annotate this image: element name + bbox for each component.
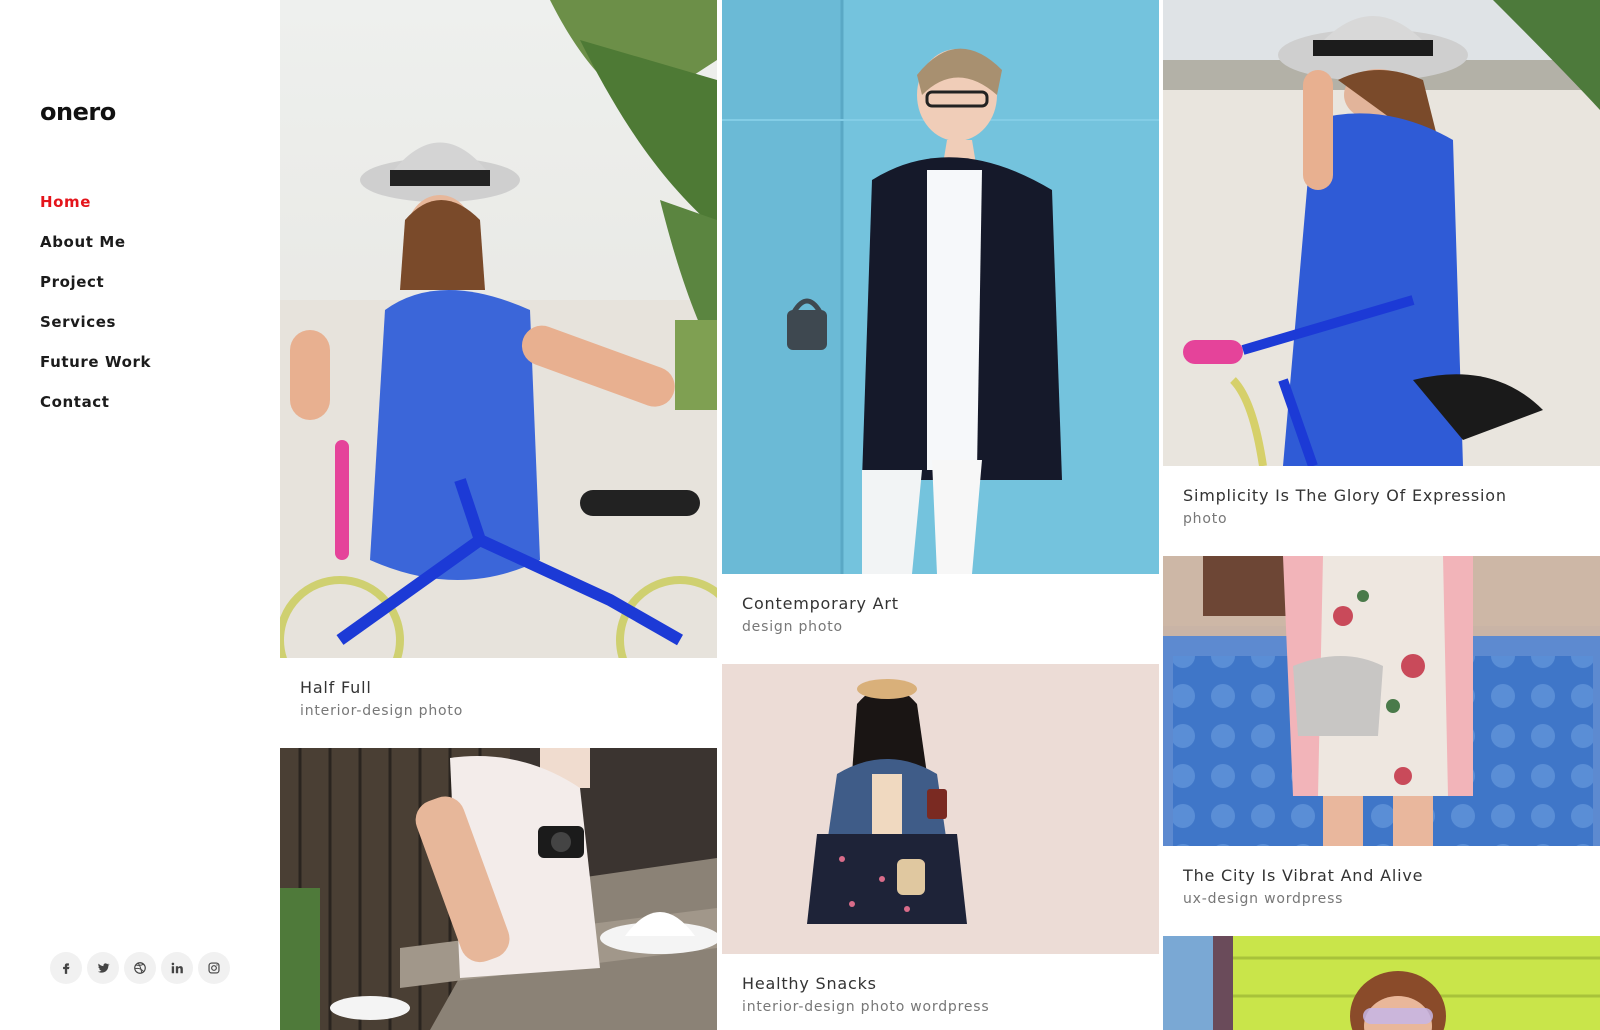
portfolio-title: Contemporary Art (742, 594, 899, 613)
portfolio-item-half-full[interactable]: Half Full interior-design photo (280, 0, 717, 746)
portfolio-caption: Healthy Snacks interior-design photo wor… (722, 954, 1159, 1030)
twitter-icon (97, 963, 110, 973)
facebook-link[interactable] (50, 952, 82, 984)
nav-item-about-me[interactable]: About Me (40, 230, 151, 270)
portfolio-categories: design photo (742, 619, 843, 635)
portfolio-item-yellow-wall[interactable] (1163, 936, 1600, 1030)
facebook-icon (63, 963, 70, 974)
portfolio-image (280, 0, 717, 658)
portfolio-caption: Simplicity Is The Glory Of Expression ph… (1163, 466, 1600, 554)
portfolio-image (280, 748, 717, 1030)
nav-item-home[interactable]: Home (40, 190, 151, 230)
portfolio-title: Healthy Snacks (742, 974, 877, 993)
portfolio-item-contemporary-art[interactable]: Contemporary Art design photo (722, 0, 1159, 662)
portfolio-title: The City Is Vibrat And Alive (1183, 866, 1424, 885)
instagram-icon (208, 962, 220, 974)
portfolio-categories: interior-design photo (300, 703, 464, 719)
portfolio-image (1163, 0, 1600, 466)
twitter-link[interactable] (87, 952, 119, 984)
dribbble-link[interactable] (124, 952, 156, 984)
portfolio-image (722, 0, 1159, 574)
sidebar: onero Home About Me Project Services Fut… (0, 0, 280, 1030)
portfolio-title: Half Full (300, 678, 372, 697)
portfolio-caption: The City Is Vibrat And Alive ux-design w… (1163, 846, 1600, 934)
portfolio-item-healthy-snacks[interactable]: Healthy Snacks interior-design photo wor… (722, 664, 1159, 1030)
portfolio-categories: interior-design photo wordpress (742, 999, 990, 1015)
portfolio-item-steps[interactable] (280, 748, 717, 1030)
portfolio-image (1163, 556, 1600, 846)
portfolio-categories: ux-design wordpress (1183, 891, 1344, 907)
nav-item-project[interactable]: Project (40, 270, 151, 310)
portfolio-image (722, 664, 1159, 954)
nav-item-contact[interactable]: Contact (40, 390, 151, 430)
dribbble-icon (134, 962, 146, 974)
social-links (50, 952, 230, 984)
site-logo[interactable]: onero (40, 98, 116, 126)
linkedin-link[interactable] (161, 952, 193, 984)
portfolio-image (1163, 936, 1600, 1030)
portfolio-categories: photo (1183, 511, 1228, 527)
nav-item-future-work[interactable]: Future Work (40, 350, 151, 390)
portfolio-caption: Contemporary Art design photo (722, 574, 1159, 662)
portfolio-caption: Half Full interior-design photo (280, 658, 717, 746)
linkedin-icon (171, 962, 183, 974)
instagram-link[interactable] (198, 952, 230, 984)
portfolio-item-simplicity[interactable]: Simplicity Is The Glory Of Expression ph… (1163, 0, 1600, 554)
portfolio-title: Simplicity Is The Glory Of Expression (1183, 486, 1507, 505)
main-nav: Home About Me Project Services Future Wo… (40, 190, 151, 430)
portfolio-item-city-vibrant[interactable]: The City Is Vibrat And Alive ux-design w… (1163, 556, 1600, 934)
nav-item-services[interactable]: Services (40, 310, 151, 350)
